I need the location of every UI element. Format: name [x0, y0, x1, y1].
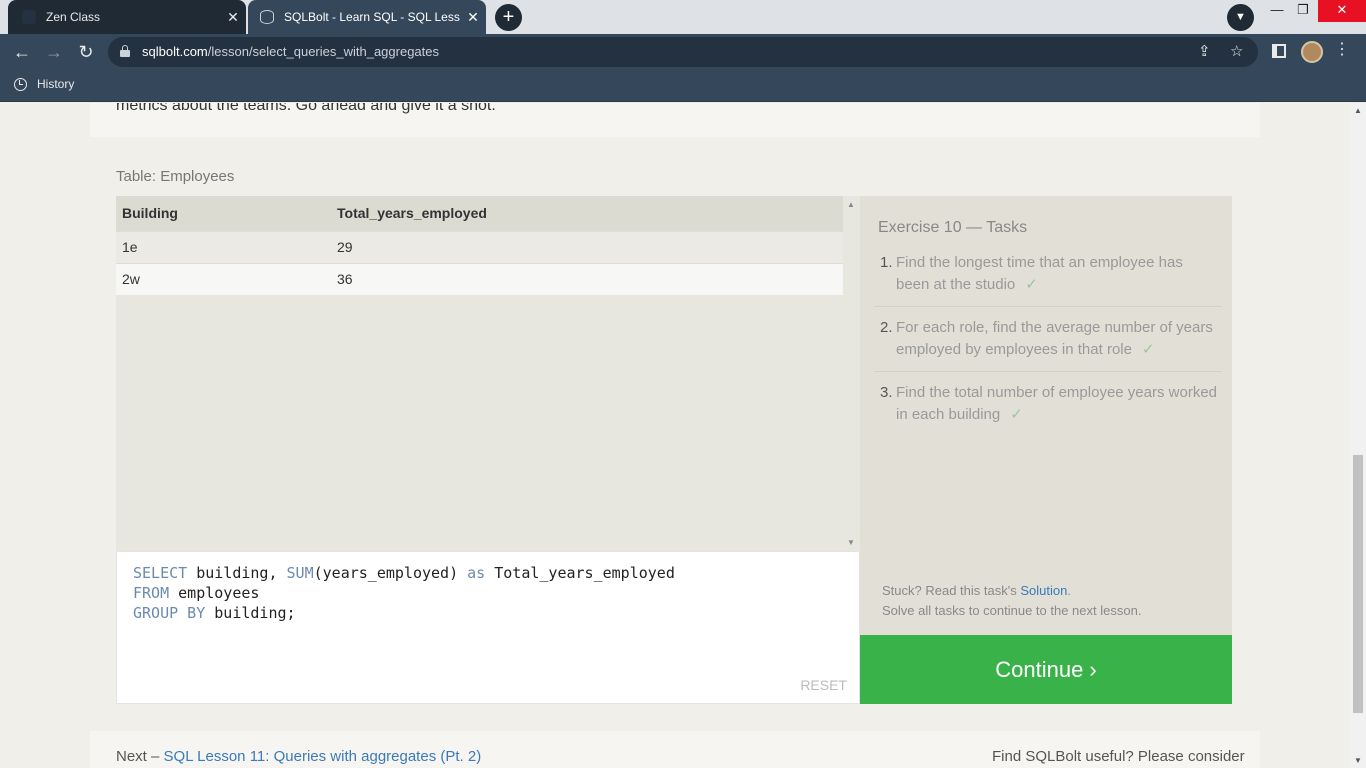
task-number: 1.	[880, 254, 893, 271]
bookmark-label: History	[37, 77, 75, 91]
scroll-down-icon[interactable]: ▼	[1354, 756, 1362, 765]
page-scrollbar[interactable]: ▲ ▼	[1350, 103, 1366, 768]
lesson-intro: metrics about the teams. Go ahead and gi…	[90, 103, 1260, 137]
table-caption: Table: Employees	[116, 168, 235, 185]
new-tab-button[interactable]: +	[495, 4, 522, 31]
bookmark-history[interactable]: History	[14, 77, 74, 91]
task-text: Find the longest time that an employee h…	[896, 254, 1183, 293]
address-bar[interactable]: sqlbolt.com/lesson/select_queries_with_a…	[108, 37, 1258, 67]
forward-arrow-icon[interactable]: →	[40, 38, 68, 66]
stuck-hint: Stuck? Read this task's Solution. Solve …	[882, 583, 1142, 618]
bookmarks-bar: History	[0, 70, 1366, 102]
table-cell: 2w	[116, 262, 331, 295]
results-table: Building Total_years_employed 1e 29 2w 3…	[116, 196, 860, 551]
next-lesson: Next – SQL Lesson 11: Queries with aggre…	[116, 748, 482, 765]
tab-zen-class[interactable]: Zen Class ✕	[8, 0, 246, 34]
solution-link[interactable]: Solution	[1020, 583, 1067, 598]
tab-search-chevron-icon[interactable]: ▼	[1227, 4, 1254, 31]
reset-button[interactable]: RESET	[800, 677, 847, 693]
tab-title: SQLBolt - Learn SQL - SQL Lesson	[284, 10, 460, 24]
checkmark-icon: ✓	[1010, 406, 1023, 423]
database-favicon-icon	[260, 10, 274, 24]
checkmark-icon: ✓	[1141, 341, 1155, 358]
next-lesson-link[interactable]: SQL Lesson 11: Queries with aggregates (…	[164, 748, 482, 765]
task-item: 2. For each role, find the average numbe…	[874, 317, 1222, 372]
table-cell: 1e	[116, 230, 331, 263]
tab-sqlbolt[interactable]: SQLBolt - Learn SQL - SQL Lesson ✕	[248, 0, 486, 34]
table-cell: 36	[331, 262, 843, 295]
scroll-down-icon[interactable]: ▼	[847, 538, 855, 547]
support-note: Find SQLBolt useful? Please consider	[992, 748, 1245, 765]
back-arrow-icon[interactable]: ←	[8, 38, 36, 66]
task-text: For each role, find the average number o…	[896, 319, 1213, 358]
scroll-up-icon[interactable]: ▲	[847, 200, 855, 209]
task-text: Find the total number of employee years …	[896, 384, 1217, 423]
zen-class-favicon-icon	[22, 10, 36, 24]
kebab-menu-icon[interactable]: ⋮	[1334, 39, 1350, 59]
side-panel-icon[interactable]	[1272, 44, 1286, 58]
scroll-up-icon[interactable]: ▲	[1354, 106, 1362, 115]
tasks-panel: Exercise 10 — Tasks 1. Find the longest …	[860, 196, 1232, 635]
tab-title: Zen Class	[46, 10, 101, 24]
browser-toolbar: ← → ↻ sqlbolt.com/lesson/select_queries_…	[0, 34, 1366, 70]
table-cell: 29	[331, 230, 843, 263]
query-code[interactable]: SELECT building, SUM(years_employed) as …	[133, 563, 675, 623]
table-row: 1e 29	[116, 230, 843, 263]
intro-paragraph: metrics about the teams. Go ahead and gi…	[116, 103, 496, 114]
column-header: Building	[116, 196, 331, 231]
checkmark-icon: ✓	[1025, 276, 1038, 293]
share-icon[interactable]: ⇪	[1198, 42, 1211, 60]
task-number: 3.	[880, 384, 893, 401]
sql-query-editor[interactable]: SELECT building, SUM(years_employed) as …	[116, 551, 860, 704]
results-scrollbar[interactable]: ▲ ▼	[843, 196, 860, 551]
lock-icon	[120, 45, 130, 57]
tab-strip: Zen Class ✕ SQLBolt - Learn SQL - SQL Le…	[0, 0, 1366, 34]
column-header: Total_years_employed	[331, 196, 843, 231]
history-icon	[14, 77, 27, 91]
close-icon[interactable]: ✕	[460, 9, 486, 26]
solve-all-note: Solve all tasks to continue to the next …	[882, 603, 1142, 618]
exercise-title: Exercise 10 — Tasks	[878, 219, 1028, 236]
task-number: 2.	[880, 319, 893, 336]
results-header-row: Building Total_years_employed	[116, 196, 843, 231]
url-text[interactable]: sqlbolt.com/lesson/select_queries_with_a…	[142, 44, 439, 59]
profile-avatar[interactable]	[1301, 41, 1323, 63]
continue-button[interactable]: Continue ›	[860, 635, 1232, 704]
scrollbar-thumb[interactable]	[1353, 455, 1363, 713]
task-item: 1. Find the longest time that an employe…	[874, 252, 1222, 307]
reload-icon[interactable]: ↻	[72, 38, 100, 66]
task-item: 3. Find the total number of employee yea…	[874, 382, 1222, 436]
window-close-icon[interactable]: ✕	[1318, 0, 1366, 22]
task-list: 1. Find the longest time that an employe…	[874, 252, 1222, 446]
close-icon[interactable]: ✕	[220, 9, 246, 26]
table-row: 2w 36	[116, 262, 843, 295]
bookmark-star-icon[interactable]: ☆	[1230, 42, 1243, 60]
